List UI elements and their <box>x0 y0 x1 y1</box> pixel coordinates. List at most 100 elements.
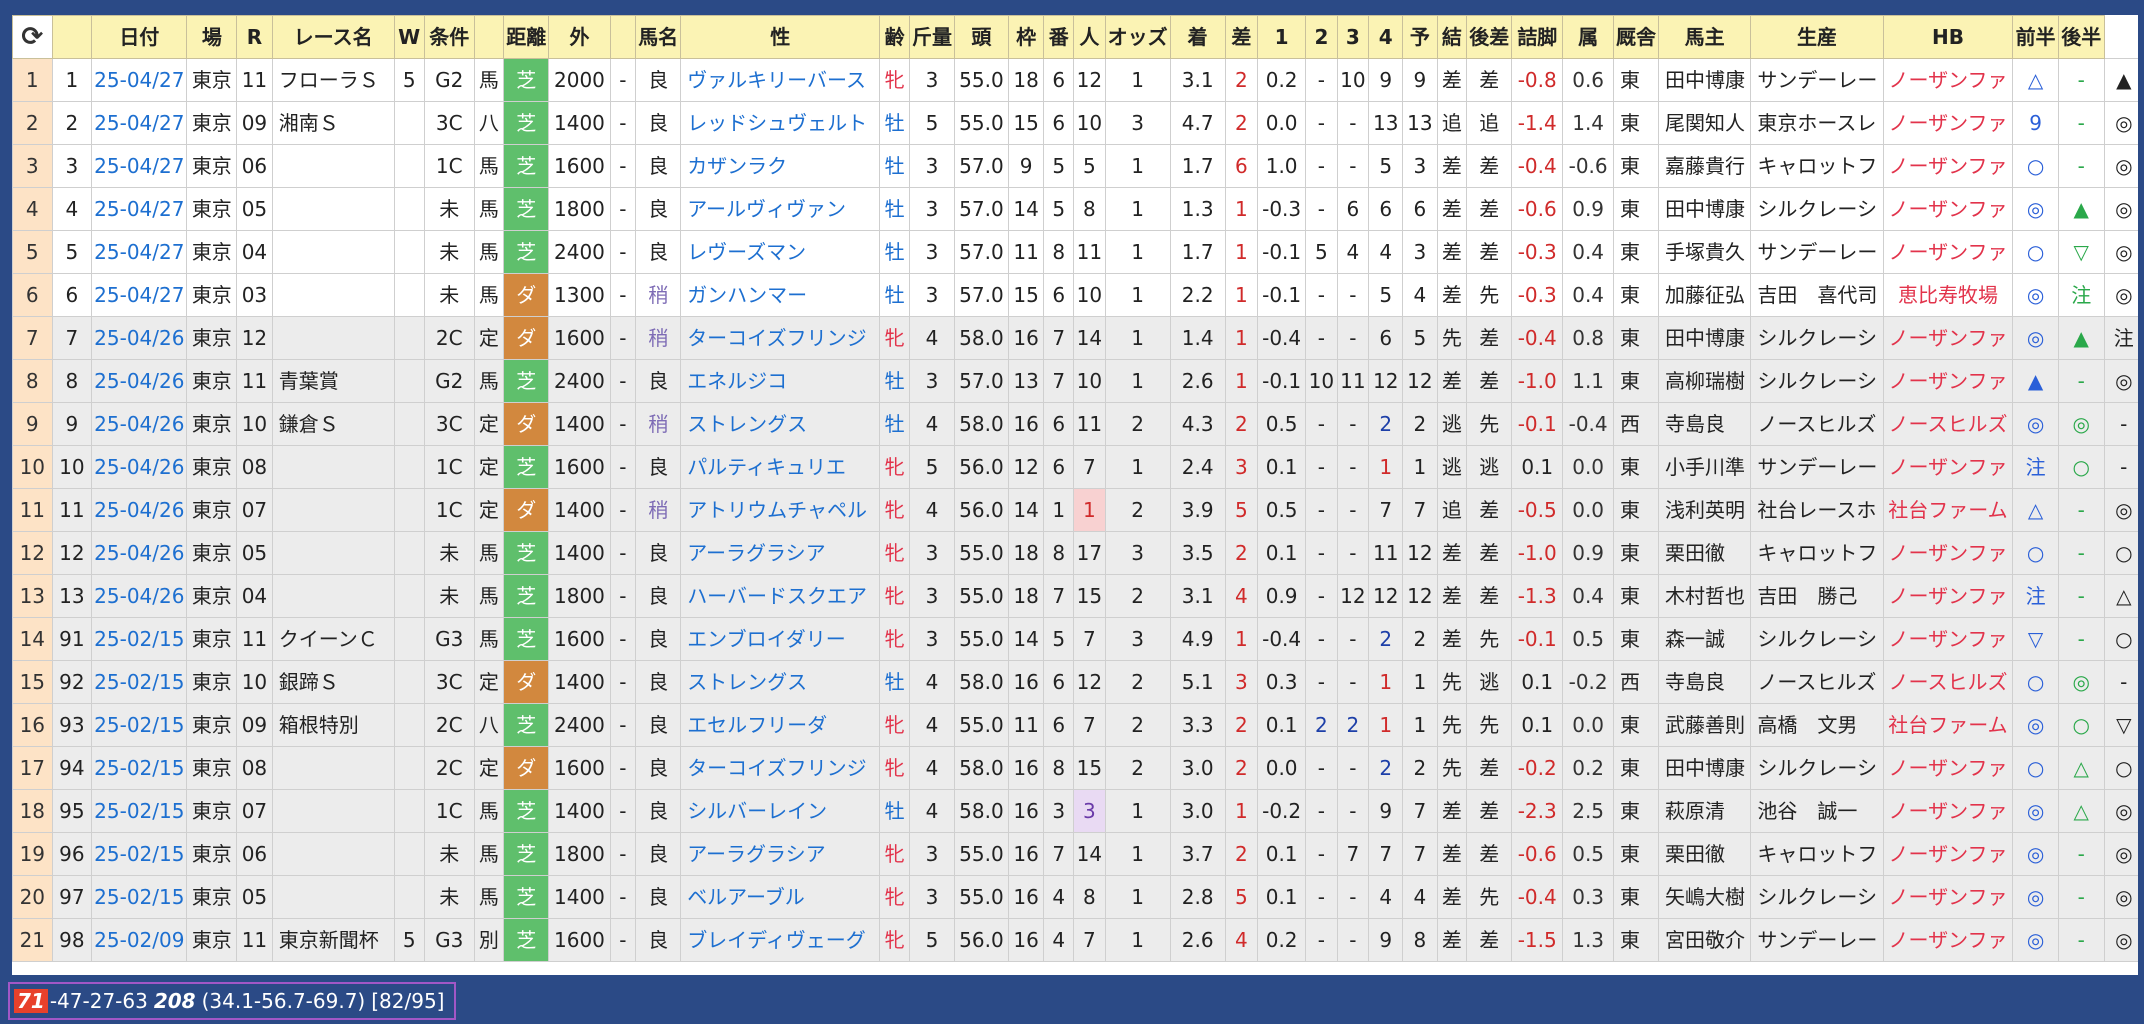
cell-date[interactable]: 25-04/26 <box>91 574 188 618</box>
cell-date[interactable]: 25-04/26 <box>91 488 188 532</box>
cell-date[interactable]: 25-02/15 <box>91 617 188 661</box>
header-row-index[interactable] <box>51 15 93 59</box>
table-row[interactable]: 14 91 25-02/15 東京 11 クイーンＣ G3 馬芝 1600- 良エンブロイダリー牝… <box>12 617 2144 661</box>
header-finish[interactable]: 差 <box>1224 15 1259 59</box>
header-carried-weight[interactable]: 頭 <box>953 15 1009 59</box>
cell-horse-name[interactable]: ターコイズフリンジ <box>680 746 881 790</box>
header-predicted-style[interactable]: 結 <box>1436 15 1468 59</box>
cell-horse-name[interactable]: エンブロイダリー <box>680 617 881 661</box>
header-hb-mark[interactable]: 前半 <box>2012 15 2059 59</box>
header-first-half[interactable]: 後半 <box>2057 15 2105 59</box>
cell-date[interactable]: 25-04/26 <box>91 402 188 446</box>
header-race-name[interactable]: レース名 <box>271 15 395 59</box>
header-track-condition[interactable]: 馬名 <box>635 15 682 59</box>
cell-horse-name[interactable]: ストレングス <box>680 402 881 446</box>
table-row[interactable]: 10 10 25-04/26 東京 08 1C 定芝 1600- 良パルティキュリエ牝 5 56.0… <box>12 445 2144 489</box>
cell-horse-name[interactable]: カザンラク <box>680 144 881 188</box>
header-field-size[interactable]: 枠 <box>1007 15 1045 59</box>
cell-horse-name[interactable]: シルバーレイン <box>680 789 881 833</box>
table-row[interactable]: 13 13 25-04/26 東京 04 未馬芝 1800- 良ハーバードスクエア牝 3 55.0… <box>12 574 2144 618</box>
table-row[interactable]: 7 7 25-04/26 東京 12 2C 定ダ 1600- 稍ターコイズフリンジ牝 4 58.0 1… <box>12 316 2144 360</box>
table-row[interactable]: 21 98 25-02/09 東京 11 東京新聞杯 5 G3 別芝 1600- 良ブレイディヴェー… <box>12 918 2144 962</box>
table-row[interactable]: 18 95 25-02/15 東京 07 1C 馬芝 1400- 良シルバーレイン牡 4 58.0 1… <box>12 789 2144 833</box>
cell-horse-name[interactable]: レヴーズマン <box>680 230 881 274</box>
header-outside[interactable] <box>609 15 637 59</box>
cell-date[interactable]: 25-04/27 <box>91 144 188 188</box>
cell-horse-name[interactable]: ターコイズフリンジ <box>680 316 881 360</box>
header-closing-speed[interactable]: 属 <box>1562 15 1614 59</box>
cell-horse-name[interactable]: パルティキュリエ <box>680 445 881 489</box>
header-weight-flag[interactable]: W <box>393 15 425 59</box>
table-row[interactable]: 8 8 25-04/26 東京 11 青葉賞 G2 馬芝 2400- 良エネルジコ牡 3 57.0 13… <box>12 359 2144 403</box>
header-class[interactable]: 条件 <box>423 15 475 59</box>
header-horse-number[interactable]: 人 <box>1073 15 1106 59</box>
header-distance[interactable]: 外 <box>548 15 611 59</box>
table-row[interactable]: 9 9 25-04/26 東京 10 鎌倉Ｓ 3C 定ダ 1400- 稍ストレングス牡 4 58.0 1… <box>12 402 2144 446</box>
header-race-type[interactable] <box>473 15 505 59</box>
header-popularity[interactable]: オッズ <box>1104 15 1171 59</box>
table-row[interactable]: 6 6 25-04/27 東京 03 未馬ダ 1300- 稍ガンハンマー牡 3 57.0 15 6 10… <box>12 273 2144 317</box>
table-row[interactable]: 12 12 25-04/26 東京 05 未馬芝 1400- 良アーラグラシア牝 3 55.0 18… <box>12 531 2144 575</box>
cell-horse-name[interactable]: ヴァルキリーバース <box>680 58 881 102</box>
header-breeder[interactable]: HB <box>1882 15 2014 59</box>
cell-horse-name[interactable]: ガンハンマー <box>680 273 881 317</box>
cell-date[interactable]: 25-04/26 <box>91 316 188 360</box>
header-actual-style[interactable]: 後差 <box>1466 15 1513 59</box>
header-sex[interactable]: 齢 <box>879 15 910 59</box>
header-venue[interactable]: 場 <box>186 15 238 59</box>
cell-date[interactable]: 25-02/15 <box>91 703 188 747</box>
cell-horse-name[interactable]: アーラグラシア <box>680 531 881 575</box>
header-late-diff[interactable]: 詰脚 <box>1511 15 1564 59</box>
cell-horse-name[interactable]: アーラグラシア <box>680 832 881 876</box>
header-corner-2[interactable]: 3 <box>1336 15 1370 59</box>
table-row[interactable]: 3 3 25-04/27 東京 06 1C 馬芝 1600- 良カザンラク牡 3 57.0 9 5 5 1 1… <box>12 144 2144 188</box>
table-row[interactable]: 19 96 25-02/15 東京 06 未馬芝 1800- 良アーラグラシア牝 3 55.0 16… <box>12 832 2144 876</box>
table-row[interactable]: 16 93 25-02/15 東京 09 箱根特別 2C 八芝 2400- 良エセルフリーダ牝 4 5… <box>12 703 2144 747</box>
header-trainer[interactable]: 馬主 <box>1657 15 1752 59</box>
table-row[interactable]: 11 11 25-04/26 東京 07 1C 定ダ 1400- 稍アトリウムチャペル牝 4 56.… <box>12 488 2144 532</box>
header-age[interactable]: 斤量 <box>908 15 955 59</box>
header-surface[interactable]: 距離 <box>503 15 550 59</box>
header-corner-3[interactable]: 4 <box>1368 15 1404 59</box>
table-row[interactable]: 5 5 25-04/27 東京 04 未馬芝 2400- 良レヴーズマン牡 3 57.0 11 8 11… <box>12 230 2144 274</box>
header-date[interactable]: 日付 <box>91 15 188 59</box>
cell-date[interactable]: 25-04/26 <box>91 445 188 489</box>
header-corner-4[interactable]: 予 <box>1402 15 1438 59</box>
header-corner-1[interactable]: 2 <box>1305 15 1338 59</box>
vertical-scrollbar[interactable] <box>2138 15 2144 975</box>
table-row[interactable]: 2 2 25-04/27 東京 09 湘南Ｓ 3C 八芝 1400- 良レッドシュヴェルト牡 5 55… <box>12 101 2144 145</box>
cell-date[interactable]: 25-04/27 <box>91 187 188 231</box>
table-row[interactable]: 15 92 25-02/15 東京 10 銀蹄Ｓ 3C 定ダ 1400- 良ストレングス牡 4 58.… <box>12 660 2144 704</box>
refresh-icon[interactable]: ⟳ <box>12 15 53 59</box>
cell-horse-name[interactable]: アールヴィヴァン <box>680 187 881 231</box>
cell-date[interactable]: 25-02/15 <box>91 789 188 833</box>
cell-horse-name[interactable]: ベルアーブル <box>680 875 881 919</box>
header-race-no[interactable]: R <box>236 15 273 59</box>
table-row[interactable]: 17 94 25-02/15 東京 08 2C 定ダ 1600- 良ターコイズフリンジ牝 4 58.… <box>12 746 2144 790</box>
cell-horse-name[interactable]: ハーバードスクエア <box>680 574 881 618</box>
table-row[interactable]: 4 4 25-04/27 東京 05 未馬芝 1800- 良アールヴィヴァン牡 3 57.0 14 5… <box>12 187 2144 231</box>
cell-date[interactable]: 25-02/15 <box>91 875 188 919</box>
cell-date[interactable]: 25-04/27 <box>91 58 188 102</box>
header-margin[interactable]: 1 <box>1257 15 1307 59</box>
cell-date[interactable]: 25-02/15 <box>91 660 188 704</box>
header-owner[interactable]: 生産 <box>1750 15 1884 59</box>
table-row[interactable]: 1 1 25-04/27 東京 11 フローラＳ 5 G2 馬芝 2000- 良ヴァルキリーバース牝… <box>12 58 2144 102</box>
cell-horse-name[interactable]: エネルジコ <box>680 359 881 403</box>
header-region[interactable]: 厩舎 <box>1613 15 1659 59</box>
header-horse-name[interactable]: 性 <box>680 15 881 59</box>
cell-horse-name[interactable]: レッドシュヴェルト <box>680 101 881 145</box>
cell-horse-name[interactable]: エセルフリーダ <box>680 703 881 747</box>
cell-horse-name[interactable]: アトリウムチャペル <box>680 488 881 532</box>
table-row[interactable]: 20 97 25-02/15 東京 05 未馬芝 1400- 良ベルアーブル牝 3 55.0 16 4… <box>12 875 2144 919</box>
cell-date[interactable]: 25-02/15 <box>91 746 188 790</box>
cell-date[interactable]: 25-02/09 <box>91 918 188 962</box>
header-gate[interactable]: 番 <box>1043 15 1075 59</box>
cell-horse-name[interactable]: ブレイディヴェーグ <box>680 918 881 962</box>
cell-date[interactable]: 25-04/27 <box>91 230 188 274</box>
cell-date[interactable]: 25-04/27 <box>91 101 188 145</box>
cell-date[interactable]: 25-02/15 <box>91 832 188 876</box>
header-odds[interactable]: 着 <box>1169 15 1226 59</box>
cell-date[interactable]: 25-04/26 <box>91 531 188 575</box>
cell-date[interactable]: 25-04/27 <box>91 273 188 317</box>
